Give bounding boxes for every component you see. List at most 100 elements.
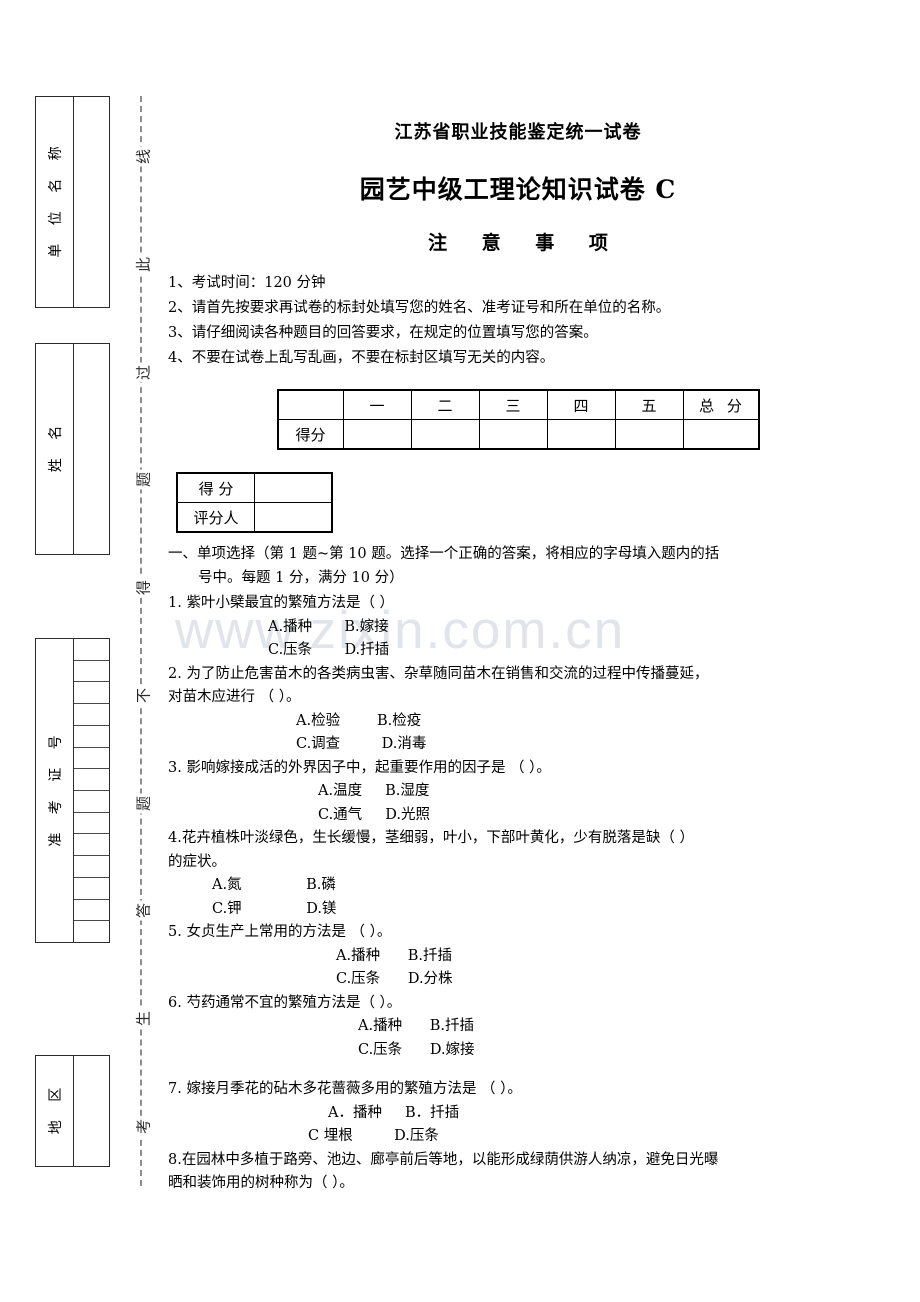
admission-ticket-digit-cell[interactable] (74, 748, 109, 770)
question-option-row[interactable]: C.调查 D.消毒 (168, 733, 868, 757)
seal-box-region-label-column: 地 区 (36, 1056, 74, 1166)
question-stem: 8.在园林中多植于路旁、池边、廊亭前后等地，以能形成绿荫供游人纳凉，避免日光曝 (168, 1151, 719, 1168)
seal-box-unit-name-label-column: 单 位 名 称 (36, 97, 74, 307)
question-option-row[interactable]: C 埋根 D.压条 (168, 1125, 868, 1149)
seal-box-examinee-name-write-area[interactable] (74, 344, 109, 554)
score-table-value-cell[interactable] (614, 419, 684, 450)
section-heading-line-2: 号中。每题 1 分，满分 10 分） (198, 569, 404, 586)
question-spacer (168, 1062, 868, 1078)
grader-table-label: 评分人 (176, 502, 255, 533)
question-option-row[interactable]: A.播种 B.扦插 (168, 1015, 868, 1039)
score-table-value-cell[interactable] (546, 419, 616, 450)
seal-line-char: 过 (132, 362, 154, 383)
grader-table-row: 评分人 (176, 502, 333, 533)
seal-line-char: 答 (132, 900, 154, 921)
question-item: 1. 紫叶小檗最宜的繁殖方法是（ ） A.播种 B.嫁接 C.压条 D.扦插 (168, 592, 868, 663)
notice-item: 3、请仔细阅读各种题目的回答要求，在规定的位置填写您的答案。 (168, 325, 598, 341)
section-heading: 一、单项选择（第 1 题~第 10 题。选择一个正确的答案，将相应的字母填入题内… (168, 543, 868, 590)
score-table-corner-cell (277, 389, 344, 420)
question-item: 5. 女贞生产上常用的方法是 （ ）。 A.播种 B.扦插 C.压条 D.分株 (168, 921, 868, 992)
seal-box-admission-ticket-no-label: 准 考 证 号 (47, 727, 64, 847)
page-title-paper: 园艺中级工理论知识试卷 C (359, 175, 677, 204)
admission-ticket-digit-cell[interactable] (74, 769, 109, 792)
admission-ticket-digit-cell[interactable] (74, 682, 109, 705)
question-option-row[interactable]: A.温度 B.湿度 (168, 780, 868, 804)
admission-ticket-digit-cell[interactable] (74, 856, 109, 878)
admission-ticket-digit-cell[interactable] (74, 791, 109, 813)
score-table-value-cell[interactable] (478, 419, 548, 450)
seal-box-unit-name-write-area[interactable] (74, 97, 109, 307)
seal-line-char: 题 (132, 469, 154, 490)
question-stem: 5. 女贞生产上常用的方法是 （ ）。 (168, 924, 392, 940)
seal-box-region: 地 区 (35, 1055, 110, 1167)
question-option-row[interactable]: C.通气 D.光照 (168, 804, 868, 828)
page-title-notice: 注 意 事 项 (428, 232, 622, 254)
grader-table-value-cell[interactable] (254, 502, 333, 533)
question-item: 8.在园林中多植于路旁、池边、廊亭前后等地，以能形成绿荫供游人纳凉，避免日光曝晒… (168, 1149, 868, 1196)
admission-ticket-digit-grid[interactable] (74, 639, 109, 942)
admission-ticket-digit-cell[interactable] (74, 704, 109, 726)
seal-dashed-line: 线此过题得不题答生考 (132, 96, 154, 1186)
question-option-row[interactable]: C.压条 D.分株 (168, 968, 868, 992)
question-item: 7. 嫁接月季花的砧木多花蔷薇多用的繁殖方法是 （ ）。 A．播种 B．扦插 C 埋… (168, 1078, 868, 1149)
sealing-strip: 单 位 名 称 姓 名 准 考 证 号 地 区 线此过题得不 题 答 生 考 (0, 0, 160, 1302)
question-option-row[interactable]: A.播种 B.扦插 (168, 945, 868, 969)
admission-ticket-digit-cell[interactable] (74, 726, 109, 748)
question-list: 1. 紫叶小檗最宜的繁殖方法是（ ） A.播种 B.嫁接 C.压条 D.扦插 2. 为… (168, 592, 868, 1196)
question-option-row[interactable]: C.压条 D.扦插 (168, 639, 868, 663)
notice-item: 2、请首先按要求再试卷的标封处填写您的姓名、准考证号和所在单位的名称。 (168, 300, 671, 316)
section-heading-line-1: 一、单项选择（第 1 题~第 10 题。选择一个正确的答案，将相应的字母填入题内… (168, 546, 720, 562)
paper-body: 江苏省职业技能鉴定统一试卷 园艺中级工理论知识试卷 C 注 意 事 项 1、考试… (168, 0, 868, 1302)
admission-ticket-digit-cell[interactable] (74, 900, 109, 922)
question-option-row[interactable]: C.钾 D.镁 (168, 898, 868, 922)
seal-line-char: 线 (132, 146, 154, 167)
question-option-row[interactable]: C.压条 D.嫁接 (168, 1039, 868, 1063)
score-table-value-cell[interactable] (682, 419, 759, 450)
seal-line-char: 不 (132, 685, 154, 706)
question-stem-continuation: 对苗木应进行 （ ）。 (168, 689, 301, 705)
score-table-value-row: 得分 (277, 419, 759, 450)
notice-item: 1、考试时间：120 分钟 (168, 275, 326, 291)
seal-line-char: 生 (132, 1008, 154, 1029)
grader-table-value-cell[interactable] (254, 472, 333, 503)
grader-table-label: 得 分 (176, 472, 255, 503)
seal-box-examinee-name: 姓 名 (35, 343, 110, 555)
seal-box-region-write-area[interactable] (74, 1056, 109, 1166)
admission-ticket-digit-cell[interactable] (74, 813, 109, 835)
page-title-province: 江苏省职业技能鉴定统一试卷 (394, 122, 642, 143)
admission-ticket-digit-cell[interactable] (74, 921, 109, 942)
question-stem: 3. 影响嫁接成活的外界因子中，起重要作用的因子是 （ ）。 (168, 759, 551, 776)
questions-section: 一、单项选择（第 1 题~第 10 题。选择一个正确的答案，将相应的字母填入题内… (168, 543, 868, 1196)
notice-list: 1、考试时间：120 分钟 2、请首先按要求再试卷的标封处填写您的姓名、准考证号和… (168, 271, 868, 371)
score-table-column-header: 五 (614, 389, 684, 420)
question-stem-continuation: 的症状。 (168, 853, 226, 870)
seal-line-char: 此 (132, 254, 154, 275)
grader-table-wrapper: 得 分评分人 (176, 472, 868, 533)
seal-box-unit-name: 单 位 名 称 (35, 96, 110, 308)
question-option-row[interactable]: A．播种 B．扦插 (168, 1102, 868, 1126)
seal-line-char: 题 (132, 793, 154, 814)
admission-ticket-digit-cell[interactable] (74, 639, 109, 661)
seal-box-examinee-name-label-column: 姓 名 (36, 344, 74, 554)
question-stem: 2. 为了防止危害苗木的各类病虫害、杂草随同苗木在销售和交流的过程中传播蔓延， (168, 665, 709, 682)
exam-paper-page: www.zixin.com.cn 单 位 名 称 姓 名 准 考 证 号 地 区… (0, 0, 920, 1302)
question-stem-continuation: 晒和装饰用的树种称为（ ）。 (168, 1175, 354, 1191)
admission-ticket-digit-cell[interactable] (74, 878, 109, 900)
score-table-row-label: 得分 (277, 419, 344, 450)
score-table-value-cell[interactable] (410, 419, 480, 450)
admission-ticket-digit-cell[interactable] (74, 834, 109, 857)
question-stem: 7. 嫁接月季花的砧木多花蔷薇多用的繁殖方法是 （ ）。 (168, 1081, 522, 1097)
question-item: 2. 为了防止危害苗木的各类病虫害、杂草随同苗木在销售和交流的过程中传播蔓延， 对… (168, 663, 868, 757)
question-option-row[interactable]: A.氮 B.磷 (168, 874, 868, 898)
score-table-column-header: 三 (478, 389, 548, 420)
admission-ticket-digit-cell[interactable] (74, 661, 109, 683)
grader-table-row: 得 分 (176, 472, 333, 503)
question-option-row[interactable]: A.检验 B.检疫 (168, 710, 868, 734)
score-table-column-header: 四 (546, 389, 616, 420)
question-option-row[interactable]: A.播种 B.嫁接 (168, 616, 868, 640)
question-item: 3. 影响嫁接成活的外界因子中，起重要作用的因子是 （ ）。 A.温度 B.湿度 C… (168, 757, 868, 828)
seal-line-char: 得 (132, 577, 154, 598)
seal-box-admission-ticket-no-label-column: 准 考 证 号 (36, 639, 74, 942)
seal-box-examinee-name-label: 姓 名 (47, 418, 64, 473)
score-table-value-cell[interactable] (342, 419, 412, 450)
